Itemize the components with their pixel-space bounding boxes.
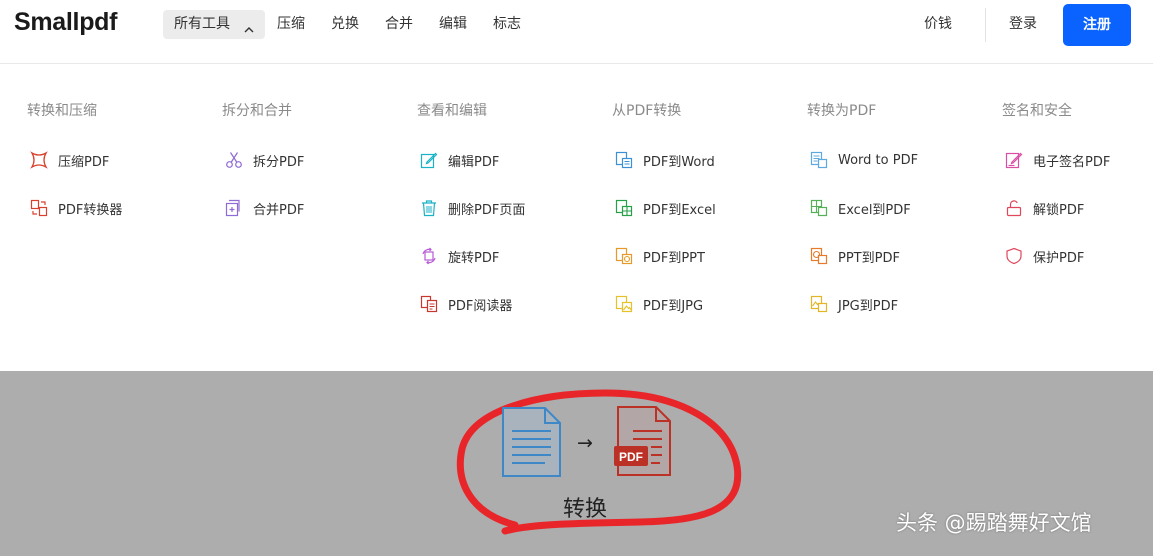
tool-protect-pdf[interactable]: 保护PDF	[1005, 245, 1084, 267]
tool-label: 保护PDF	[1033, 250, 1085, 266]
register-button[interactable]: 注册	[1063, 4, 1131, 46]
column-title: 签名和安全	[1002, 103, 1072, 119]
jpg-to-pdf-icon	[810, 295, 828, 313]
tool-delete-pages[interactable]: 删除PDF页面	[420, 197, 525, 219]
login-link[interactable]: 登录	[1009, 10, 1037, 39]
nav-all-tools-label: 所有工具	[174, 16, 230, 32]
tool-label: 电子签名PDF	[1033, 154, 1111, 170]
document-icon	[502, 407, 561, 477]
tool-label: PDF阅读器	[448, 298, 513, 314]
header-divider	[985, 8, 986, 42]
trash-icon	[420, 199, 438, 217]
unlock-icon	[1005, 199, 1023, 217]
tool-pdf-converter[interactable]: PDF转换器	[30, 197, 122, 219]
pdf-file-icon	[614, 406, 671, 476]
tool-label: PDF到JPG	[643, 298, 704, 314]
edit-icon	[420, 151, 438, 169]
pdf-badge-text: PDF	[619, 450, 643, 464]
tool-compress-pdf[interactable]: 压缩PDF	[30, 149, 109, 171]
column-title: 拆分和合并	[222, 103, 292, 119]
reader-icon	[420, 295, 438, 313]
page-overlay: PDF → 转换 头条 @踢踏舞好文馆	[0, 371, 1153, 556]
watermark-text: 头条 @踢踏舞好文馆	[896, 511, 1092, 535]
tool-label: 删除PDF页面	[448, 202, 526, 218]
tool-label: 解锁PDF	[1033, 202, 1085, 218]
tool-esign-pdf[interactable]: 电子签名PDF	[1005, 149, 1110, 171]
tool-edit-pdf[interactable]: 编辑PDF	[420, 149, 499, 171]
pdf-to-ppt-icon	[615, 247, 633, 265]
tool-label: JPG到PDF	[838, 298, 899, 314]
rotate-icon	[420, 247, 438, 265]
tool-split-pdf[interactable]: 拆分PDF	[225, 149, 304, 171]
nav-merge[interactable]: 合并	[385, 10, 413, 39]
nav-all-tools[interactable]: 所有工具	[163, 10, 265, 39]
nav-convert[interactable]: 兑换	[331, 10, 359, 39]
compress-icon	[30, 151, 48, 169]
all-tools-menu: 转换和压缩 压缩PDF PDF转换器 拆分和合并 拆分PDF 合并PDF 查看和…	[0, 65, 1153, 371]
tool-label: PPT到PDF	[838, 250, 900, 266]
tool-merge-pdf[interactable]: 合并PDF	[225, 197, 304, 219]
chevron-up-icon	[243, 18, 255, 47]
converter-icon	[30, 199, 48, 217]
shield-icon	[1005, 247, 1023, 265]
top-navigation-bar: Smallpdf 所有工具 压缩 兑换 合并 编辑 标志 价钱 登录 注册	[0, 0, 1153, 64]
tool-label: 编辑PDF	[448, 154, 500, 170]
pricing-link[interactable]: 价钱	[924, 10, 952, 39]
tool-unlock-pdf[interactable]: 解锁PDF	[1005, 197, 1084, 219]
merge-icon	[225, 199, 243, 217]
excel-to-pdf-icon	[810, 199, 828, 217]
word-to-pdf-icon	[810, 151, 828, 169]
tool-label: 压缩PDF	[58, 154, 110, 170]
pdf-to-word-icon	[615, 151, 633, 169]
tool-jpg-to-pdf[interactable]: JPG到PDF	[810, 293, 898, 315]
tool-label: PDF到Word	[643, 154, 715, 170]
column-title: 从PDF转换	[612, 103, 682, 119]
pdf-to-excel-icon	[615, 199, 633, 217]
tool-label: PDF转换器	[58, 202, 123, 218]
tool-pdf-to-word[interactable]: PDF到Word	[615, 149, 715, 171]
ppt-to-pdf-icon	[810, 247, 828, 265]
smallpdf-logo[interactable]: Smallpdf	[14, 8, 117, 37]
tool-word-to-pdf[interactable]: Word to PDF	[810, 149, 918, 171]
tool-label: PDF到Excel	[643, 202, 716, 218]
tool-pdf-to-jpg[interactable]: PDF到JPG	[615, 293, 703, 315]
tool-label: 合并PDF	[253, 202, 305, 218]
tool-label: Word to PDF	[838, 152, 919, 168]
tool-rotate-pdf[interactable]: 旋转PDF	[420, 245, 499, 267]
column-title: 转换和压缩	[27, 103, 97, 119]
tool-ppt-to-pdf[interactable]: PPT到PDF	[810, 245, 900, 267]
tool-pdf-to-excel[interactable]: PDF到Excel	[615, 197, 716, 219]
tool-label: Excel到PDF	[838, 202, 911, 218]
nav-sign[interactable]: 标志	[493, 10, 521, 39]
tool-label: 旋转PDF	[448, 250, 500, 266]
scissors-icon	[225, 151, 243, 169]
convert-label: 转换	[563, 497, 608, 522]
nav-compress[interactable]: 压缩	[277, 10, 305, 39]
arrow-right-icon: →	[577, 432, 593, 454]
column-title: 查看和编辑	[417, 103, 487, 119]
nav-edit[interactable]: 编辑	[439, 10, 467, 39]
tool-pdf-to-ppt[interactable]: PDF到PPT	[615, 245, 705, 267]
esign-icon	[1005, 151, 1023, 169]
column-title: 转换为PDF	[807, 103, 877, 119]
tool-label: 拆分PDF	[253, 154, 305, 170]
pdf-to-jpg-icon	[615, 295, 633, 313]
tool-pdf-reader[interactable]: PDF阅读器	[420, 293, 512, 315]
tool-label: PDF到PPT	[643, 250, 705, 266]
tool-excel-to-pdf[interactable]: Excel到PDF	[810, 197, 911, 219]
